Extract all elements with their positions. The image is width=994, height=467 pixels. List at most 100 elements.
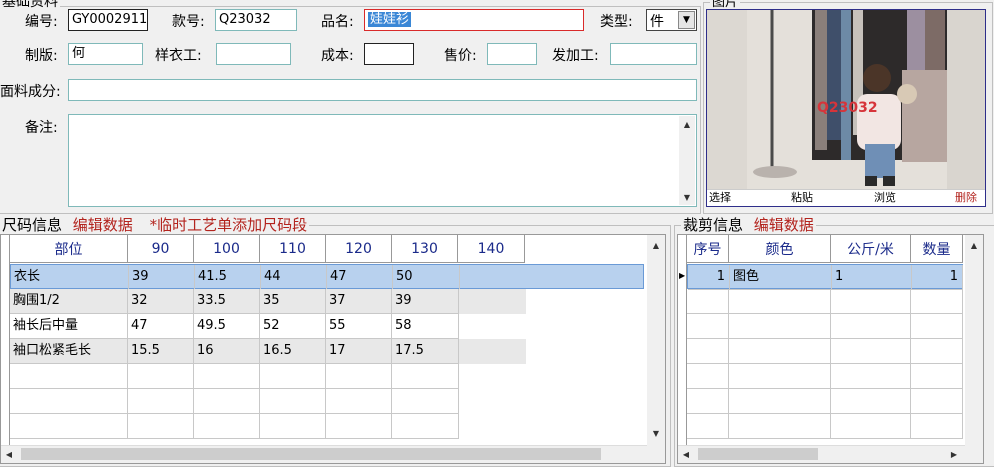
scroll-left-icon[interactable]: ◀ (678, 446, 694, 462)
cut-table-hscroll[interactable]: ◀ ▶ (678, 445, 965, 463)
photo-browse-button[interactable]: 浏览 (865, 190, 905, 206)
size-row-gutter (1, 235, 10, 463)
size-col-header[interactable]: 110 (260, 235, 326, 263)
empty-row (687, 414, 963, 439)
cut-col-header[interactable]: 序号 (687, 235, 729, 263)
type-select[interactable]: 件 ▼ (646, 9, 697, 31)
empty-cell (687, 289, 729, 314)
size-col-header[interactable]: 120 (326, 235, 392, 263)
table-cell[interactable]: 图色 (730, 265, 832, 290)
hscroll-thumb[interactable] (21, 448, 601, 460)
table-cell[interactable]: 55 (326, 314, 392, 339)
table-cell[interactable]: 35 (260, 289, 326, 314)
cut-col-header[interactable]: 数量 (911, 235, 963, 263)
scroll-up-icon[interactable]: ▲ (679, 116, 695, 132)
table-cell[interactable]: 58 (392, 314, 459, 339)
table-row[interactable]: 胸围1/2 32 33.5 35 37 39 (10, 289, 526, 314)
size-add-link[interactable]: *临时工艺单添加尺码段 (150, 216, 308, 234)
fabric-field[interactable] (68, 79, 697, 101)
size-table-scrollbar[interactable]: ▲ ▼ (647, 235, 665, 463)
size-col-header[interactable]: 100 (194, 235, 260, 263)
style-field[interactable]: Q23032 (215, 9, 297, 31)
table-cell[interactable]: 袖长后中量 (10, 314, 128, 339)
remark-textarea[interactable]: ▲ ▼ (68, 114, 697, 207)
remark-label: 备注: (25, 120, 58, 136)
table-cell[interactable]: 16 (194, 339, 260, 364)
code-field[interactable]: GY0002911 (68, 9, 148, 31)
table-cell[interactable]: 15.5 (128, 339, 194, 364)
scroll-down-icon[interactable]: ▼ (679, 189, 695, 205)
hscroll-thumb[interactable] (698, 448, 818, 460)
size-edit-link[interactable]: 编辑数据 (73, 216, 133, 234)
empty-cell (392, 414, 459, 439)
photo-select-button[interactable]: 选择 (707, 190, 769, 206)
table-cell[interactable]: 袖口松紧毛长 (10, 339, 128, 364)
empty-cell (687, 339, 729, 364)
empty-cell (260, 414, 326, 439)
table-row[interactable]: 1 图色 1 1 (687, 264, 963, 290)
product-photo[interactable]: Q23032 选择 粘贴 浏览 删除 (706, 9, 986, 207)
photo-watermark: Q23032 (817, 100, 878, 116)
cut-col-header[interactable]: 颜色 (729, 235, 831, 263)
empty-cell (831, 314, 911, 339)
size-col-header[interactable]: 130 (392, 235, 458, 263)
name-field[interactable]: 娃娃衫 (364, 9, 584, 31)
table-row[interactable]: 袖长后中量 47 49.5 52 55 58 (10, 314, 526, 339)
table-row[interactable]: 衣长 39 41.5 44 47 50 (10, 264, 644, 290)
cut-table-scrollbar[interactable]: ▲ (965, 235, 983, 463)
table-cell[interactable]: 47 (128, 314, 194, 339)
scroll-up-icon[interactable]: ▲ (966, 237, 982, 253)
table-cell[interactable]: 50 (393, 265, 460, 290)
table-cell[interactable]: 胸围1/2 (10, 289, 128, 314)
photo-delete-button[interactable]: 删除 (947, 190, 985, 206)
table-row[interactable]: 袖口松紧毛长 15.5 16 16.5 17 17.5 (10, 339, 526, 364)
table-cell[interactable]: 33.5 (194, 289, 260, 314)
table-cell[interactable]: 1 (912, 265, 963, 290)
maker-field[interactable]: 何 (68, 43, 143, 65)
chevron-down-icon[interactable]: ▼ (678, 11, 695, 29)
table-cell[interactable]: 衣长 (11, 265, 129, 290)
price-field[interactable] (487, 43, 537, 65)
size-col-header[interactable]: 部位 (10, 235, 128, 263)
table-cell[interactable]: 39 (129, 265, 195, 290)
empty-cell (687, 364, 729, 389)
table-cell[interactable]: 41.5 (195, 265, 261, 290)
empty-cell (911, 314, 963, 339)
photo-buttons: 选择 粘贴 浏览 删除 (707, 189, 985, 206)
table-cell[interactable]: 37 (326, 289, 392, 314)
table-cell[interactable]: 17.5 (392, 339, 459, 364)
table-cell[interactable]: 16.5 (260, 339, 326, 364)
cost-field[interactable] (364, 43, 414, 65)
scroll-left-icon[interactable]: ◀ (1, 446, 17, 462)
table-cell[interactable]: 39 (392, 289, 459, 314)
table-cell[interactable]: 1 (832, 265, 912, 290)
table-cell[interactable]: 49.5 (194, 314, 260, 339)
sample-field[interactable] (216, 43, 291, 65)
empty-cell (729, 389, 831, 414)
size-col-header[interactable]: 140 (458, 235, 525, 263)
cut-col-header[interactable]: 公斤/米 (831, 235, 911, 263)
scroll-up-icon[interactable]: ▲ (648, 237, 664, 253)
empty-cell (128, 414, 194, 439)
empty-row (687, 314, 963, 339)
size-table-hscroll[interactable]: ◀ (1, 445, 647, 463)
remark-scrollbar[interactable]: ▲ ▼ (679, 116, 695, 205)
cost-label: 成本: (321, 48, 354, 64)
size-col-header[interactable]: 90 (128, 235, 194, 263)
scroll-down-icon[interactable]: ▼ (648, 425, 664, 441)
cut-table[interactable]: ▶ 序号 颜色 公斤/米 数量 1 图色 1 1 ▲ ◀ ▶ (677, 234, 984, 464)
table-cell[interactable]: 52 (260, 314, 326, 339)
photo-paste-button[interactable]: 粘贴 (782, 190, 822, 206)
empty-cell (10, 364, 128, 389)
table-cell[interactable]: 44 (261, 265, 327, 290)
table-cell[interactable]: 47 (327, 265, 393, 290)
table-cell[interactable]: 17 (326, 339, 392, 364)
empty-cell (128, 364, 194, 389)
scroll-right-icon[interactable]: ▶ (946, 446, 962, 462)
size-table[interactable]: 部位 90 100 110 120 130 140 衣长 39 41.5 44 … (0, 234, 666, 464)
table-cell[interactable]: 1 (688, 265, 730, 290)
name-field-text: 娃娃衫 (368, 12, 412, 27)
table-cell[interactable]: 32 (128, 289, 194, 314)
outsource-field[interactable] (610, 43, 697, 65)
cut-edit-link[interactable]: 编辑数据 (754, 216, 814, 234)
